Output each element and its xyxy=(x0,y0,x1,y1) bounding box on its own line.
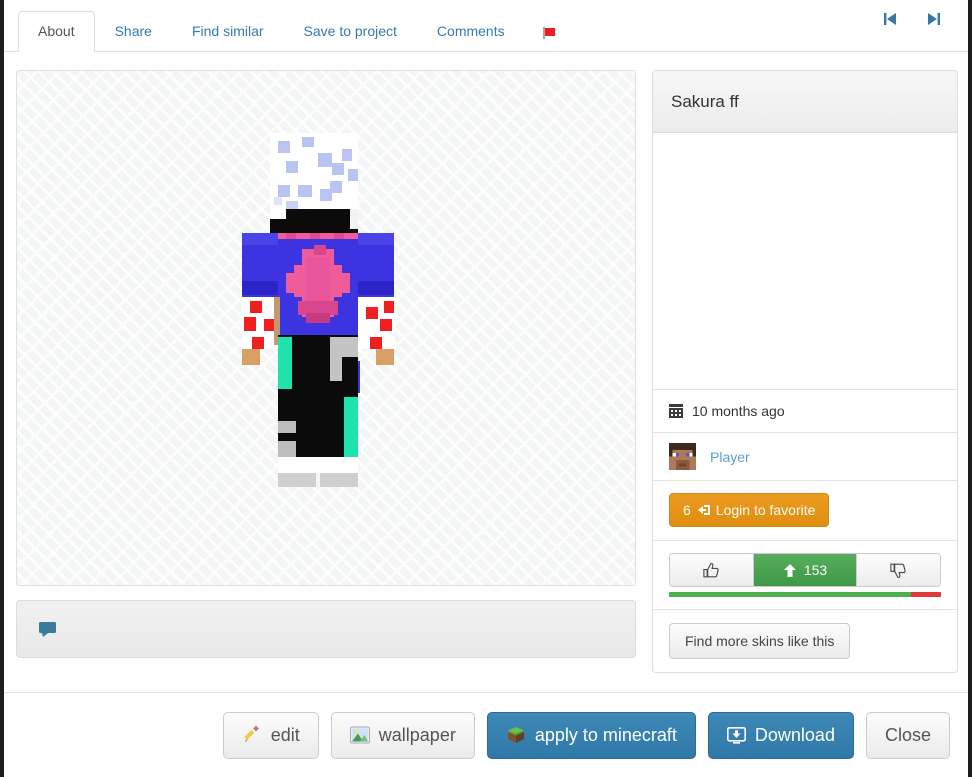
comment-bar[interactable] xyxy=(16,600,636,658)
apply-to-minecraft-button[interactable]: apply to minecraft xyxy=(486,711,696,759)
skin-info-panel: Sakura ff 10 months ago Player 6 Login t… xyxy=(652,70,958,673)
tab-about-label: About xyxy=(38,23,75,39)
vote-button-group: 153 xyxy=(669,553,941,587)
minecraft-skin-render xyxy=(242,133,394,487)
page-right-edge xyxy=(968,0,972,777)
skin-preview-stage[interactable] xyxy=(16,70,636,586)
tab-share-label: Share xyxy=(114,23,152,39)
next-skin-button[interactable] xyxy=(926,0,942,39)
tab-comments-label: Comments xyxy=(436,23,505,39)
thumbs-up-icon xyxy=(703,562,719,577)
up-arrow-icon xyxy=(783,563,796,577)
vote-ratio-bar xyxy=(669,592,941,597)
find-more-skins-button[interactable]: Find more skins like this xyxy=(669,623,851,659)
vote-score-value: 153 xyxy=(803,562,828,578)
upload-date-text: 10 months ago xyxy=(692,403,785,419)
favorite-row: 6 Login to favorite xyxy=(653,480,957,540)
login-to-favorite-button[interactable]: 6 Login to favorite xyxy=(669,493,830,527)
skin-title: Sakura ff xyxy=(671,91,739,111)
login-arrow-icon xyxy=(697,503,711,517)
vote-row: 153 xyxy=(653,540,957,609)
tab-save-to-project[interactable]: Save to project xyxy=(284,11,417,52)
pencil-icon xyxy=(244,725,259,742)
comment-bubble-icon xyxy=(39,621,56,637)
red-flag-icon xyxy=(542,27,555,39)
edit-button[interactable]: edit xyxy=(222,711,319,759)
content-area: Sakura ff 10 months ago Player 6 Login t… xyxy=(4,52,968,692)
tab-bar: About Share Find similar Save to project… xyxy=(4,0,968,52)
image-icon xyxy=(349,726,370,744)
steve-avatar-icon xyxy=(669,443,696,470)
skip-next-icon xyxy=(928,13,940,25)
tab-list: About Share Find similar Save to project… xyxy=(18,0,882,52)
thumbs-down-icon xyxy=(890,563,906,578)
grass-block-icon xyxy=(507,727,524,743)
tab-save-to-project-label: Save to project xyxy=(303,23,397,39)
downvote-button[interactable] xyxy=(857,554,940,586)
tab-comments[interactable]: Comments xyxy=(417,11,525,52)
calendar-icon xyxy=(669,404,683,418)
skin-detail-page: About Share Find similar Save to project… xyxy=(0,0,972,777)
upvote-button[interactable] xyxy=(670,554,753,586)
report-button[interactable] xyxy=(525,15,573,52)
tab-about[interactable]: About xyxy=(18,11,95,52)
author-link[interactable]: Player xyxy=(710,449,750,465)
wallpaper-button[interactable]: wallpaper xyxy=(330,711,475,759)
panel-ad-slot xyxy=(653,133,957,389)
footer-toolbar: edit wallpaper apply to minecraft Downlo… xyxy=(4,692,968,777)
vote-ratio-up xyxy=(669,592,912,597)
download-button[interactable]: Download xyxy=(707,711,854,759)
wallpaper-button-label: wallpaper xyxy=(378,724,456,745)
upload-date-row: 10 months ago xyxy=(653,389,957,432)
download-button-label: Download xyxy=(754,724,835,745)
vote-ratio-down xyxy=(911,592,941,597)
page-left-edge xyxy=(0,0,4,777)
favorite-count: 6 xyxy=(683,502,691,518)
tab-find-similar-label: Find similar xyxy=(191,23,264,39)
find-more-row: Find more skins like this xyxy=(653,609,957,672)
vote-score: 153 xyxy=(753,554,857,586)
edit-button-label: edit xyxy=(270,724,300,745)
login-to-favorite-label: Login to favorite xyxy=(715,502,816,518)
close-button-label: Close xyxy=(884,724,931,745)
close-button[interactable]: Close xyxy=(865,711,950,759)
preview-column xyxy=(16,70,636,658)
panel-header: Sakura ff xyxy=(653,71,957,133)
skip-previous-icon xyxy=(884,13,896,25)
navigation-icons xyxy=(882,0,968,51)
tab-find-similar[interactable]: Find similar xyxy=(172,11,284,52)
apply-to-minecraft-label: apply to minecraft xyxy=(534,724,677,745)
skin-model[interactable] xyxy=(226,117,426,522)
tab-share[interactable]: Share xyxy=(95,11,172,52)
author-row: Player xyxy=(653,432,957,480)
previous-skin-button[interactable] xyxy=(882,0,898,39)
download-icon xyxy=(726,726,746,744)
